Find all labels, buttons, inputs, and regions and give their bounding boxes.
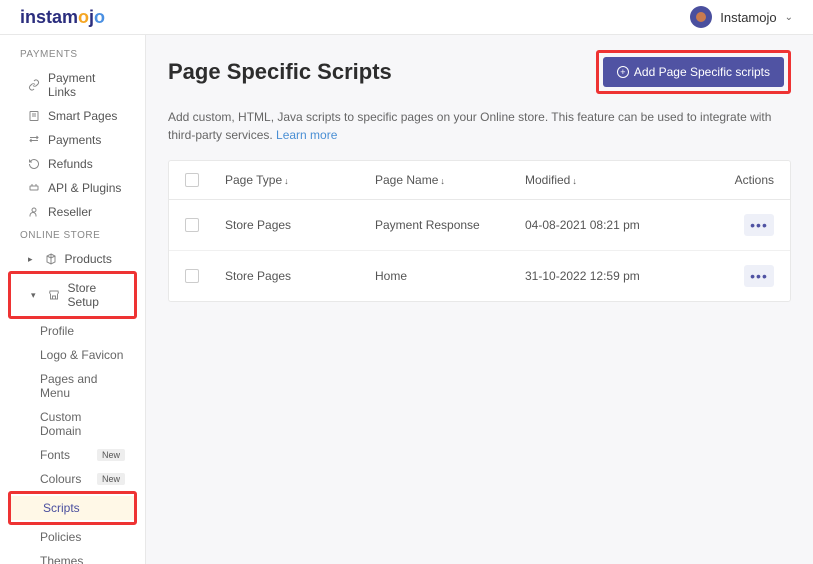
- sidebar-sub-logo-favicon[interactable]: Logo & Favicon: [0, 343, 145, 367]
- store-icon: [48, 289, 60, 301]
- table-header: Page Type↓ Page Name↓ Modified↓ Actions: [169, 161, 790, 200]
- sort-arrow-icon: ↓: [284, 176, 289, 186]
- avatar: [690, 6, 712, 28]
- add-page-specific-scripts-button[interactable]: + Add Page Specific scripts: [603, 57, 784, 87]
- row-actions-button[interactable]: •••: [744, 265, 774, 287]
- sidebar: PAYMENTS Payment Links Smart Pages Payme…: [0, 35, 145, 564]
- caret-down-icon: ▾: [31, 290, 36, 301]
- sidebar-item-smart-pages[interactable]: Smart Pages: [0, 104, 145, 128]
- sidebar-item-reseller[interactable]: Reseller: [0, 200, 145, 224]
- user-name: Instamojo: [720, 10, 776, 25]
- sidebar-sub-colours[interactable]: ColoursNew: [0, 467, 145, 491]
- plus-circle-icon: +: [617, 66, 629, 78]
- row-actions-button[interactable]: •••: [744, 214, 774, 236]
- sidebar-item-payment-links[interactable]: Payment Links: [0, 66, 145, 104]
- cell-modified: 31-10-2022 12:59 pm: [525, 269, 714, 283]
- link-icon: [28, 79, 40, 91]
- row-checkbox[interactable]: [185, 269, 199, 283]
- column-actions: Actions: [714, 173, 774, 187]
- sidebar-item-payments[interactable]: Payments: [0, 128, 145, 152]
- table-row: Store Pages Home 31-10-2022 12:59 pm •••: [169, 251, 790, 301]
- table-row: Store Pages Payment Response 04-08-2021 …: [169, 200, 790, 251]
- caret-right-icon: ▸: [28, 254, 33, 265]
- sidebar-item-refunds[interactable]: Refunds: [0, 152, 145, 176]
- scripts-table: Page Type↓ Page Name↓ Modified↓ Actions …: [168, 160, 791, 302]
- reseller-icon: [28, 206, 40, 218]
- sidebar-section-payments: PAYMENTS: [0, 43, 145, 66]
- page-icon: [28, 110, 40, 122]
- column-page-name[interactable]: Page Name↓: [375, 173, 525, 187]
- sidebar-sub-pages-menu[interactable]: Pages and Menu: [0, 367, 145, 405]
- logo[interactable]: instamojo: [20, 7, 105, 28]
- sidebar-section-online-store: ONLINE STORE: [0, 224, 145, 247]
- sort-arrow-icon: ↓: [440, 176, 445, 186]
- page-title: Page Specific Scripts: [168, 59, 392, 85]
- cell-page-type: Store Pages: [225, 269, 375, 283]
- box-icon: [45, 253, 57, 265]
- new-badge: New: [97, 473, 125, 485]
- column-modified[interactable]: Modified↓: [525, 173, 714, 187]
- sidebar-sub-custom-domain[interactable]: Custom Domain: [0, 405, 145, 443]
- cell-page-name: Payment Response: [375, 218, 525, 232]
- sidebar-sub-themes[interactable]: Themes: [0, 549, 145, 564]
- cell-page-name: Home: [375, 269, 525, 283]
- sidebar-item-store-setup[interactable]: ▾Store Setup: [11, 276, 134, 314]
- new-badge: New: [97, 449, 125, 461]
- description: Add custom, HTML, Java scripts to specif…: [168, 108, 791, 144]
- column-page-type[interactable]: Page Type↓: [225, 173, 375, 187]
- sidebar-sub-scripts[interactable]: Scripts: [11, 496, 134, 520]
- learn-more-link[interactable]: Learn more: [276, 128, 337, 142]
- sidebar-sub-policies[interactable]: Policies: [0, 525, 145, 549]
- select-all-checkbox[interactable]: [185, 173, 199, 187]
- sidebar-item-api-plugins[interactable]: API & Plugins: [0, 176, 145, 200]
- cell-page-type: Store Pages: [225, 218, 375, 232]
- cell-modified: 04-08-2021 08:21 pm: [525, 218, 714, 232]
- row-checkbox[interactable]: [185, 218, 199, 232]
- refund-icon: [28, 158, 40, 170]
- exchange-icon: [28, 134, 40, 146]
- sidebar-item-products[interactable]: ▸Products: [0, 247, 145, 271]
- scripts-highlight: Scripts: [8, 491, 137, 525]
- sidebar-sub-profile[interactable]: Profile: [0, 319, 145, 343]
- add-button-highlight: + Add Page Specific scripts: [596, 50, 791, 94]
- chevron-down-icon: ⌄: [785, 12, 793, 23]
- sort-arrow-icon: ↓: [572, 176, 577, 186]
- plugin-icon: [28, 182, 40, 194]
- main-content: Page Specific Scripts + Add Page Specifi…: [145, 35, 813, 564]
- store-setup-highlight: ▾Store Setup: [8, 271, 137, 319]
- sidebar-sub-fonts[interactable]: FontsNew: [0, 443, 145, 467]
- user-menu[interactable]: Instamojo ⌄: [690, 6, 793, 28]
